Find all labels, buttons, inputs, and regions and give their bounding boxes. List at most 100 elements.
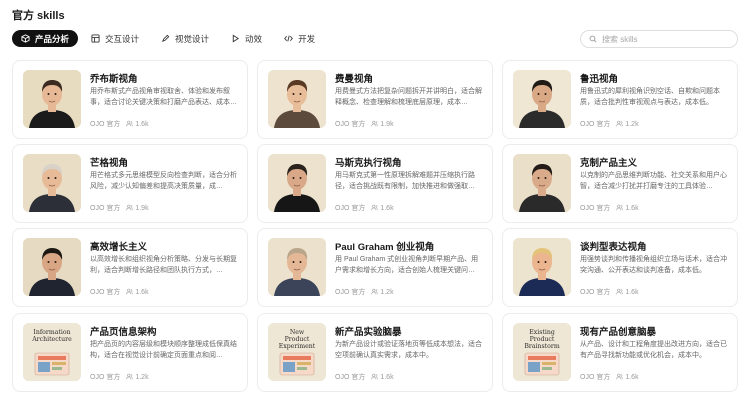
svg-text:Architecture: Architecture bbox=[31, 336, 72, 343]
pen-icon bbox=[161, 34, 170, 43]
skill-card[interactable]: Paul Graham 创业视角用 Paul Graham 式创业视角判断早期产… bbox=[257, 228, 493, 307]
skill-meta: OJO 官方 1.9k bbox=[335, 119, 394, 129]
skill-author: OJO 官方 bbox=[580, 374, 611, 381]
skill-card[interactable]: 鲁迅视角 用鲁迅式的犀利视角识别空话、自欺和问题本质，适合批判性审视观点与表达，成… bbox=[502, 60, 738, 139]
skill-users: 1.2k bbox=[126, 373, 149, 382]
skill-author: OJO 官方 bbox=[335, 205, 366, 212]
skill-title: Paul Graham 创业视角 bbox=[335, 242, 435, 253]
skill-description: 把产品页的内容层级和模块顺序整理成低保真结构，适合在视觉设计前确定页面重点和阅… bbox=[90, 341, 237, 359]
skill-author: OJO 官方 bbox=[580, 289, 611, 296]
skill-title: 芒格视角 bbox=[90, 158, 129, 169]
skill-author: OJO 官方 bbox=[580, 121, 611, 128]
skill-users-count: 1.6k bbox=[380, 373, 394, 381]
svg-text:Existing: Existing bbox=[529, 329, 555, 336]
skill-author: OJO 官方 bbox=[90, 205, 121, 212]
skill-users-count: 1.9k bbox=[380, 120, 394, 128]
skill-author: OJO 官方 bbox=[90, 289, 121, 296]
skill-title: 现有产品创意脑暴 bbox=[580, 327, 657, 338]
skill-users-count: 1.6k bbox=[135, 120, 149, 128]
skill-meta: OJO 官方 1.2k bbox=[580, 119, 639, 129]
users-icon bbox=[616, 120, 624, 129]
skill-users-count: 1.6k bbox=[380, 204, 394, 212]
skill-title: 谈判型表达视角 bbox=[580, 242, 647, 253]
skill-thumbnail bbox=[513, 238, 571, 296]
users-icon bbox=[371, 288, 379, 297]
play-icon bbox=[231, 34, 240, 43]
skill-author: OJO 官方 bbox=[335, 121, 366, 128]
search-input[interactable] bbox=[602, 34, 722, 44]
skill-title: 费曼视角 bbox=[335, 74, 374, 85]
skill-author: OJO 官方 bbox=[90, 374, 121, 381]
svg-text:Brainstorm: Brainstorm bbox=[524, 343, 560, 350]
skill-meta: OJO 官方 1.6k bbox=[580, 372, 639, 382]
skill-thumbnail: New Product Experiment bbox=[268, 323, 326, 381]
search-box[interactable] bbox=[580, 30, 738, 48]
skill-users-count: 1.9k bbox=[135, 204, 149, 212]
skill-card[interactable]: 马斯克执行视角用马斯克式第一性原理拆解难题并压缩执行路径，适合挑战既有限制，加快… bbox=[257, 144, 493, 223]
skill-description: 用芒格式多元思维模型反向检查判断，适合分析风险，减少认知偏差和提高决策质量，成… bbox=[90, 172, 237, 190]
skill-description: 为新产品设计或验证落地页等低成本想法，适合空项前确认真实需求，成本中。 bbox=[335, 341, 482, 359]
tab-label: 交互设计 bbox=[105, 33, 140, 44]
skill-card[interactable]: 克制产品主义以克制的产品思维判断功能、社交关系和用户心智，适合减少打扰并打磨专注… bbox=[502, 144, 738, 223]
skill-thumbnail bbox=[268, 70, 326, 128]
skill-meta: OJO 官方 1.2k bbox=[335, 287, 394, 297]
tab-interaction-design[interactable]: 交互设计 bbox=[82, 30, 148, 47]
tab-label: 动效 bbox=[245, 33, 263, 44]
skill-users: 1.6k bbox=[616, 373, 639, 382]
skill-card[interactable]: 芒格视角用芒格式多元思维模型反向检查判断，适合分析风险，减少认知偏差和提高决策质… bbox=[12, 144, 248, 223]
skill-meta: OJO 官方 1.6k bbox=[90, 119, 149, 129]
users-icon bbox=[126, 288, 134, 297]
skill-users: 1.6k bbox=[126, 120, 149, 129]
tab-visual-design[interactable]: 视觉设计 bbox=[152, 30, 218, 47]
skill-users-count: 1.6k bbox=[625, 373, 639, 381]
tab-label: 开发 bbox=[298, 33, 316, 44]
skill-description: 用费曼式方法把复杂问题拆开并讲明白，适合解释概念、检查理解和梳理底层原理，成本… bbox=[335, 88, 482, 106]
skill-card[interactable]: 费曼视角用费曼式方法把复杂问题拆开并讲明白，适合解释概念、检查理解和梳理底层原理… bbox=[257, 60, 493, 139]
skill-title: 马斯克执行视角 bbox=[335, 158, 402, 169]
skill-thumbnail bbox=[513, 154, 571, 212]
skill-users: 1.6k bbox=[616, 288, 639, 297]
users-icon bbox=[616, 288, 624, 297]
skill-title: 高效增长主义 bbox=[90, 242, 148, 253]
svg-text:Product: Product bbox=[530, 336, 555, 343]
tab-label: 产品分析 bbox=[35, 33, 70, 44]
skill-card[interactable]: Existing Product Brainstorm 现有产品创意脑暴 从产品、设计和… bbox=[502, 313, 738, 392]
users-icon bbox=[616, 204, 624, 213]
skill-author: OJO 官方 bbox=[580, 205, 611, 212]
skill-meta: OJO 官方 1.6k bbox=[90, 287, 149, 297]
tab-label: 视觉设计 bbox=[175, 33, 210, 44]
page-title: 官方 skills bbox=[12, 10, 65, 22]
skill-description: 用 Paul Graham 式创业视角判断早期产品、用户需求和增长方向，适合创始… bbox=[335, 256, 479, 274]
skill-thumbnail: Existing Product Brainstorm bbox=[513, 323, 571, 381]
skill-title: 新产品实验脑暴 bbox=[335, 327, 402, 338]
skill-thumbnail bbox=[23, 238, 81, 296]
skill-card[interactable]: New Product Experiment 新产品实验脑暴为新产品设计或验证落地页等… bbox=[257, 313, 493, 392]
svg-text:Information: Information bbox=[33, 329, 70, 336]
skill-users: 1.9k bbox=[371, 120, 394, 129]
skill-description: 以克制的产品思维判断功能、社交关系和用户心智，适合减少打扰并打磨专注的工具体验… bbox=[580, 172, 727, 190]
skill-users: 1.9k bbox=[126, 204, 149, 213]
skill-users: 1.6k bbox=[126, 288, 149, 297]
skill-thumbnail bbox=[513, 70, 571, 128]
skill-description: 用强势谈判和传播视角组织立场与话术，适合冲突沟通、公开表达和谈判准备，成本低。 bbox=[580, 256, 727, 274]
skill-thumbnail bbox=[268, 154, 326, 212]
tab-product-analysis[interactable]: 产品分析 bbox=[12, 30, 79, 47]
search-icon bbox=[589, 30, 597, 48]
code-icon bbox=[284, 34, 293, 43]
skill-description: 以高效增长和组织视角分析策略、分发与长期复利，适合判断增长路径和团队执行方式，… bbox=[90, 256, 237, 274]
skill-card[interactable]: 乔布斯视角 用乔布斯式产品视角审视取舍、体验和发布叙事，适合讨论关键决策和打磨产品… bbox=[12, 60, 248, 139]
skill-users-count: 1.2k bbox=[625, 120, 639, 128]
users-icon bbox=[126, 120, 134, 129]
skill-meta: OJO 官方 1.6k bbox=[335, 372, 394, 382]
skill-description: 用马斯克式第一性原理拆解难题并压缩执行路径，适合挑战既有限制，加快推进和做强取… bbox=[335, 172, 475, 190]
skill-author: OJO 官方 bbox=[335, 374, 366, 381]
skill-card[interactable]: Information Architecture 产品页信息架构 把产品页的内容层级和… bbox=[12, 313, 248, 392]
tab-motion[interactable]: 动效 bbox=[222, 30, 271, 47]
skill-card[interactable]: 高效增长主义以高效增长和组织视角分析策略、分发与长期复利，适合判断增长路径和团队… bbox=[12, 228, 248, 307]
skill-card[interactable]: 谈判型表达视角用强势谈判和传播视角组织立场与话术，适合冲突沟通、公开表达和谈判准… bbox=[502, 228, 738, 307]
skill-title: 克制产品主义 bbox=[580, 158, 638, 169]
tab-development[interactable]: 开发 bbox=[275, 30, 324, 47]
skill-author: OJO 官方 bbox=[90, 121, 121, 128]
skill-meta: OJO 官方 1.9k bbox=[90, 203, 149, 213]
users-icon bbox=[371, 373, 379, 382]
